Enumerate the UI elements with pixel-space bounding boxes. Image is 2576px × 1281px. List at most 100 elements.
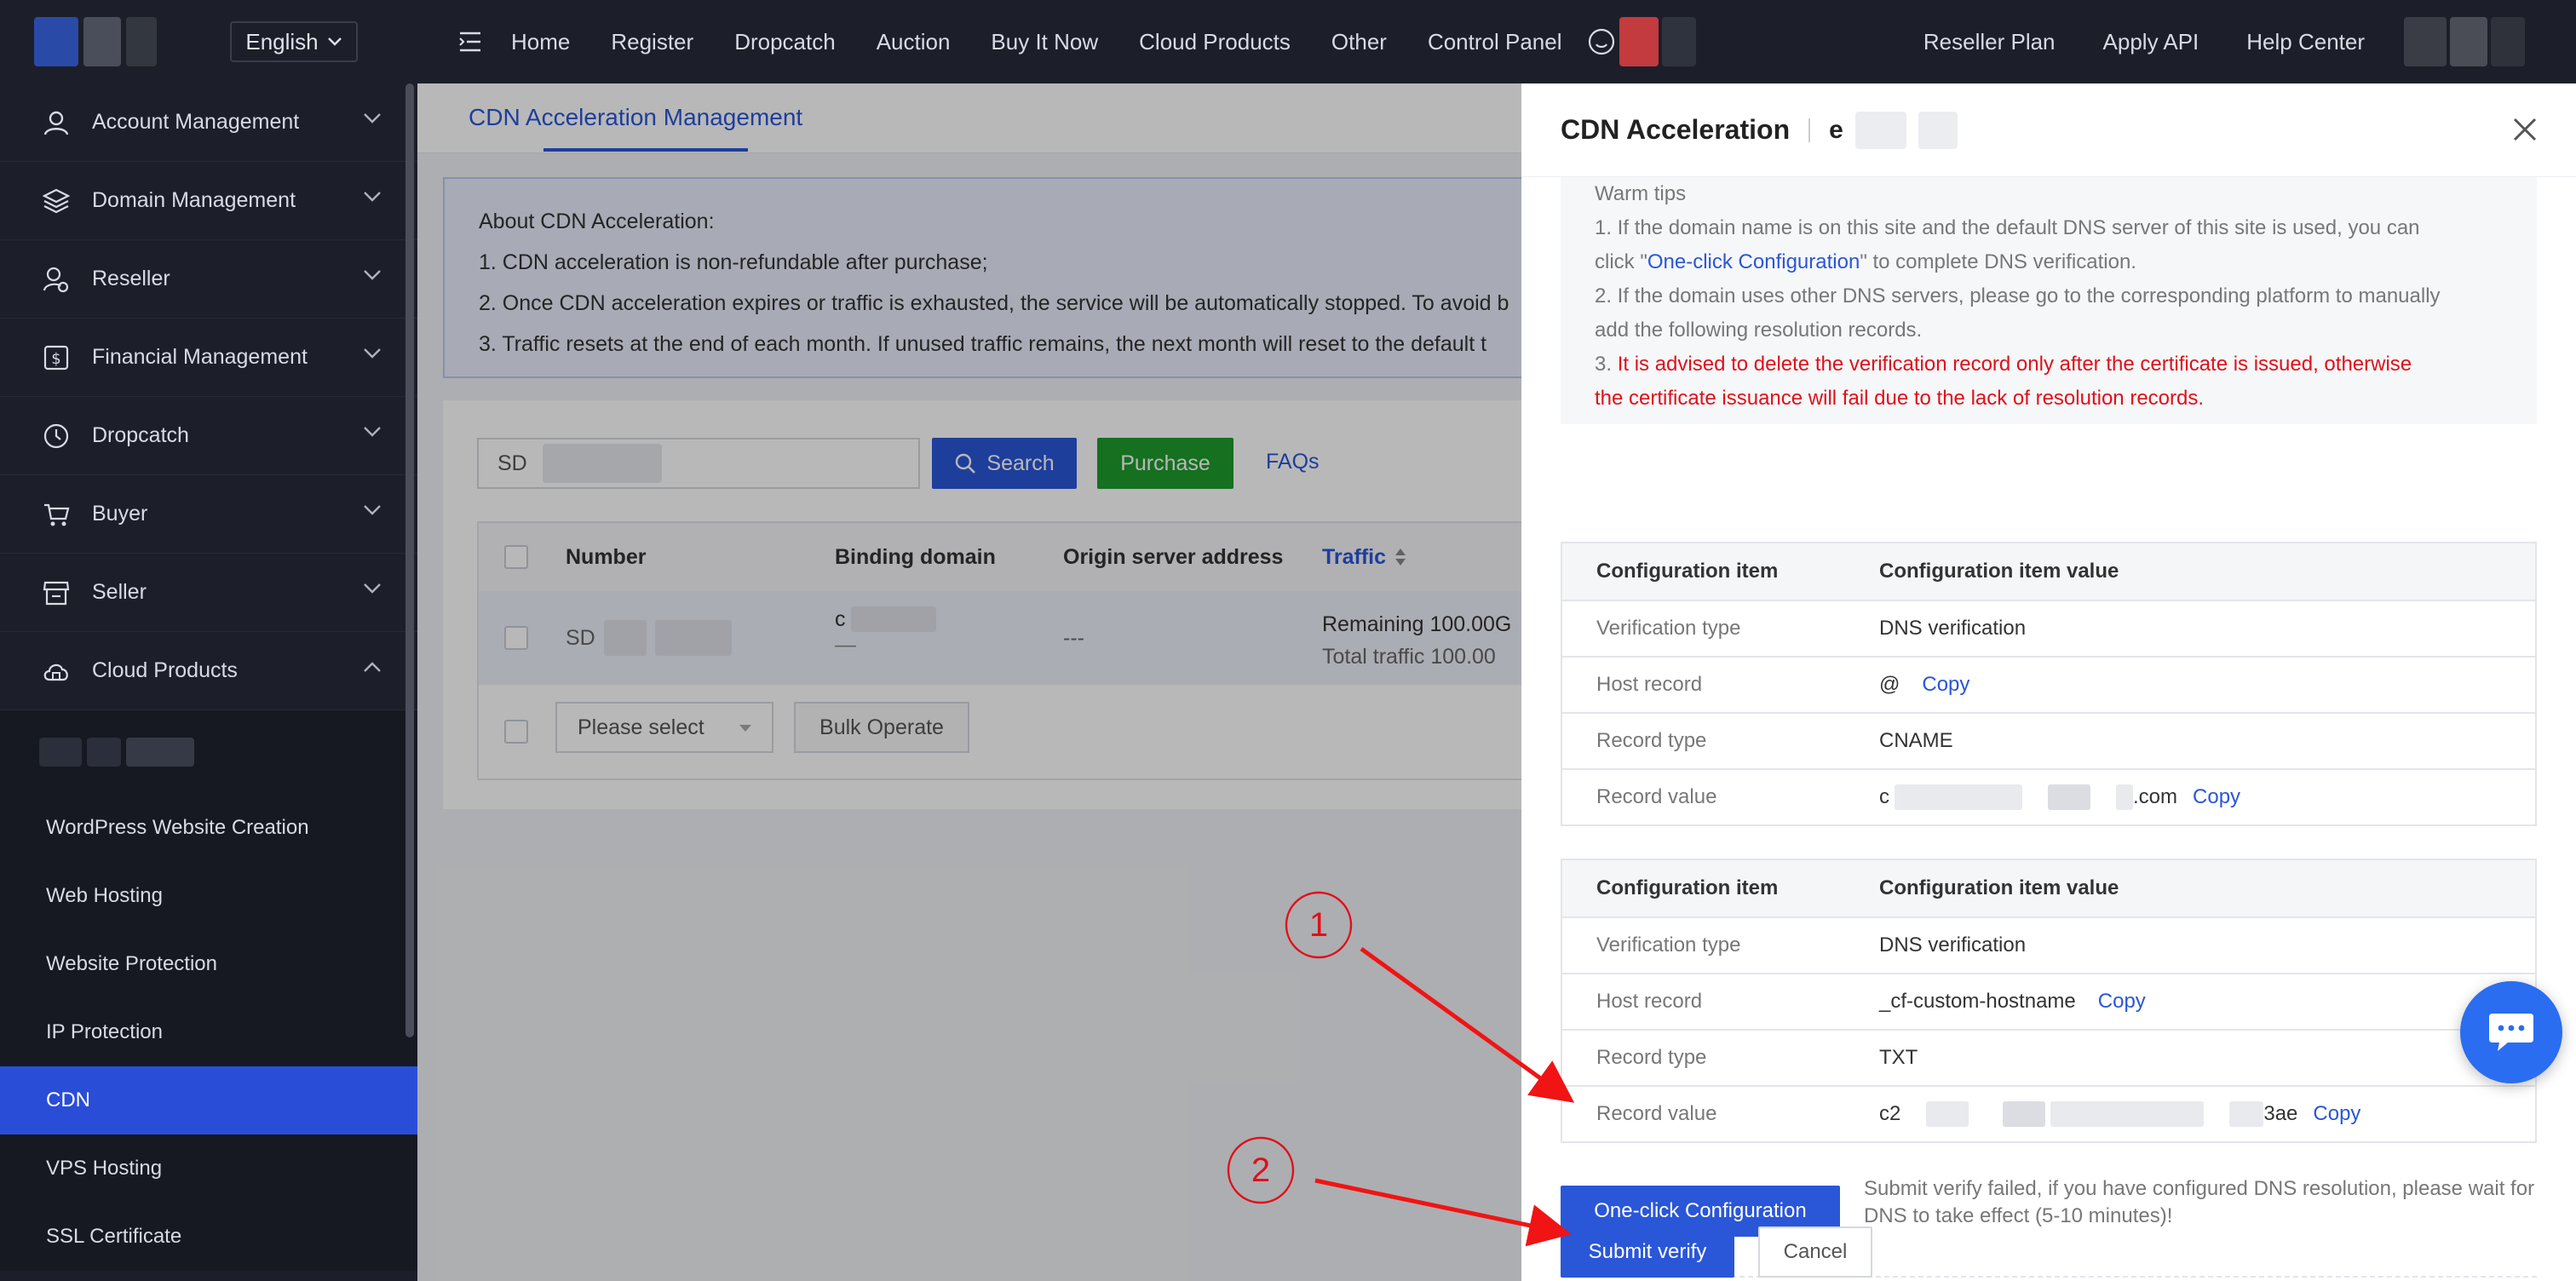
sidebar-subitem-wordpress[interactable]: WordPress Website Creation: [0, 794, 417, 862]
dollar-icon: $: [41, 342, 72, 373]
sidebar-subitem-web-hosting[interactable]: Web Hosting: [0, 862, 417, 930]
copy-host-record-button[interactable]: Copy: [2098, 990, 2146, 1014]
language-selector[interactable]: English: [230, 21, 358, 62]
chevron-down-icon: [364, 270, 381, 280]
redacted-submenu-item[interactable]: [0, 710, 417, 794]
config-value: c .com Copy: [1879, 784, 2240, 810]
chevron-down-icon: [364, 348, 381, 359]
chevron-down-icon: [364, 113, 381, 124]
table-row: Host record _cf-custom-hostname Copy: [1562, 973, 2535, 1029]
config-key: Host record: [1596, 990, 1703, 1013]
record-value-text: 3ae: [2263, 1102, 2298, 1125]
nav-home[interactable]: Home: [511, 29, 570, 55]
sidebar-item-label: Dropcatch: [92, 423, 189, 447]
nav-control-panel[interactable]: Control Panel: [1428, 29, 1562, 55]
nav-apply-api[interactable]: Apply API: [2103, 29, 2199, 55]
cloud-products-submenu: WordPress Website Creation Web Hosting W…: [0, 710, 417, 1271]
config-header-key: Configuration item: [1596, 876, 1779, 899]
redacted-text: [1895, 784, 2022, 810]
nav-other[interactable]: Other: [1331, 29, 1387, 55]
sidebar-subitem-website-protection[interactable]: Website Protection: [0, 930, 417, 998]
chevron-up-icon: [364, 662, 381, 672]
nav-help-center[interactable]: Help Center: [2246, 29, 2365, 55]
config-key: Host record: [1596, 673, 1703, 696]
tips-text: click ": [1595, 250, 1647, 273]
nav-cloud-products[interactable]: Cloud Products: [1139, 29, 1291, 55]
nav-buy-it-now[interactable]: Buy It Now: [991, 29, 1098, 55]
host-record-value: @: [1879, 673, 1900, 696]
sidebar-item-buyer[interactable]: Buyer: [0, 475, 417, 554]
config-key: Record type: [1596, 729, 1707, 752]
sidebar: English Account Management Domain Manage…: [0, 0, 417, 1281]
layers-icon: [41, 186, 72, 216]
collapse-menu-icon[interactable]: [458, 31, 482, 53]
cloud-icon: [41, 656, 72, 686]
close-icon[interactable]: [2508, 112, 2542, 146]
cart-icon: [41, 499, 72, 530]
config-header-value: Configuration item value: [1879, 560, 2119, 583]
table-row: Record type TXT: [1562, 1029, 2535, 1085]
tips-number: 3.: [1595, 353, 1618, 376]
modal-overlay[interactable]: [417, 83, 1521, 1281]
sidebar-item-label: Buyer: [92, 502, 148, 526]
store-icon: [41, 577, 72, 608]
one-click-configuration-link[interactable]: One-click Configuration: [1647, 250, 1860, 273]
sidebar-subitem-ssl-certificate[interactable]: SSL Certificate: [0, 1203, 417, 1271]
nav-reseller-plan[interactable]: Reseller Plan: [1923, 29, 2056, 55]
sidebar-scrollbar[interactable]: [405, 83, 414, 1037]
account-avatar[interactable]: [2404, 17, 2525, 66]
config-key: Record value: [1596, 785, 1717, 808]
support-icon: [1589, 28, 1615, 55]
sidebar-subitem-vps-hosting[interactable]: VPS Hosting: [0, 1135, 417, 1203]
copy-record-value-button[interactable]: Copy: [2313, 1102, 2360, 1126]
table-row: Record value c2 3ae Copy: [1562, 1085, 2535, 1141]
sidebar-item-seller[interactable]: Seller: [0, 554, 417, 632]
table-row: Verification type DNS verification: [1562, 916, 2535, 973]
drawer-domain-text: e: [1829, 115, 1843, 144]
chat-support-button[interactable]: [2460, 981, 2562, 1083]
table-row: Record type CNAME: [1562, 712, 2535, 768]
sidebar-item-dropcatch[interactable]: Dropcatch: [0, 397, 417, 475]
table-row: Host record @ Copy: [1562, 656, 2535, 712]
copy-host-record-button[interactable]: Copy: [1922, 673, 1969, 697]
config-key: Verification type: [1596, 617, 1741, 640]
submit-verify-button[interactable]: Submit verify: [1561, 1226, 1734, 1278]
config-key: Verification type: [1596, 933, 1741, 956]
nav-auction[interactable]: Auction: [877, 29, 951, 55]
sidebar-item-domain-management[interactable]: Domain Management: [0, 162, 417, 240]
user-icon: [41, 107, 72, 138]
reseller-icon: [41, 264, 72, 295]
redacted-text: [2229, 1101, 2264, 1127]
nav-dropcatch[interactable]: Dropcatch: [734, 29, 836, 55]
config-key: Record type: [1596, 1046, 1707, 1069]
config-value: @ Copy: [1879, 673, 1969, 697]
svg-text:$: $: [51, 350, 60, 368]
sidebar-item-account-management[interactable]: Account Management: [0, 83, 417, 162]
redacted-text: [1918, 111, 1958, 149]
sidebar-item-label: Cloud Products: [92, 658, 238, 682]
tips-heading: Warm tips: [1595, 182, 1687, 205]
step-1-label: 1: [1308, 905, 1329, 944]
sidebar-subitem-cdn[interactable]: CDN: [0, 1066, 417, 1135]
config-value: TXT: [1879, 1046, 1918, 1069]
nav-register[interactable]: Register: [611, 29, 693, 55]
logo[interactable]: [34, 17, 157, 66]
copy-record-value-button[interactable]: Copy: [2193, 785, 2240, 809]
chevron-down-icon: [327, 37, 342, 46]
config-key: Record value: [1596, 1102, 1717, 1125]
sidebar-item-reseller[interactable]: Reseller: [0, 240, 417, 319]
sidebar-item-financial-management[interactable]: $ Financial Management: [0, 319, 417, 397]
top-nav-right: Reseller Plan Apply API Help Center: [1923, 0, 2576, 83]
drawer-header: CDN Acceleration e: [1521, 83, 2576, 177]
sidebar-item-cloud-products[interactable]: Cloud Products: [0, 632, 417, 710]
user-badge[interactable]: [1587, 17, 1697, 66]
tips-line: 1. If the domain name is on this site an…: [1595, 216, 2420, 239]
sidebar-item-label: Reseller: [92, 267, 170, 290]
step-2-label: 2: [1251, 1151, 1271, 1189]
sidebar-item-label: Account Management: [92, 110, 300, 134]
drawer-body: Warm tips 1. If the domain name is on th…: [1561, 177, 2537, 1281]
main-nav: Home Register Dropcatch Auction Buy It N…: [511, 29, 1561, 55]
cancel-button[interactable]: Cancel: [1758, 1226, 1872, 1278]
tips-line-warning: 3. It is advised to delete the verificat…: [1595, 348, 2503, 382]
sidebar-subitem-ip-protection[interactable]: IP Protection: [0, 998, 417, 1066]
